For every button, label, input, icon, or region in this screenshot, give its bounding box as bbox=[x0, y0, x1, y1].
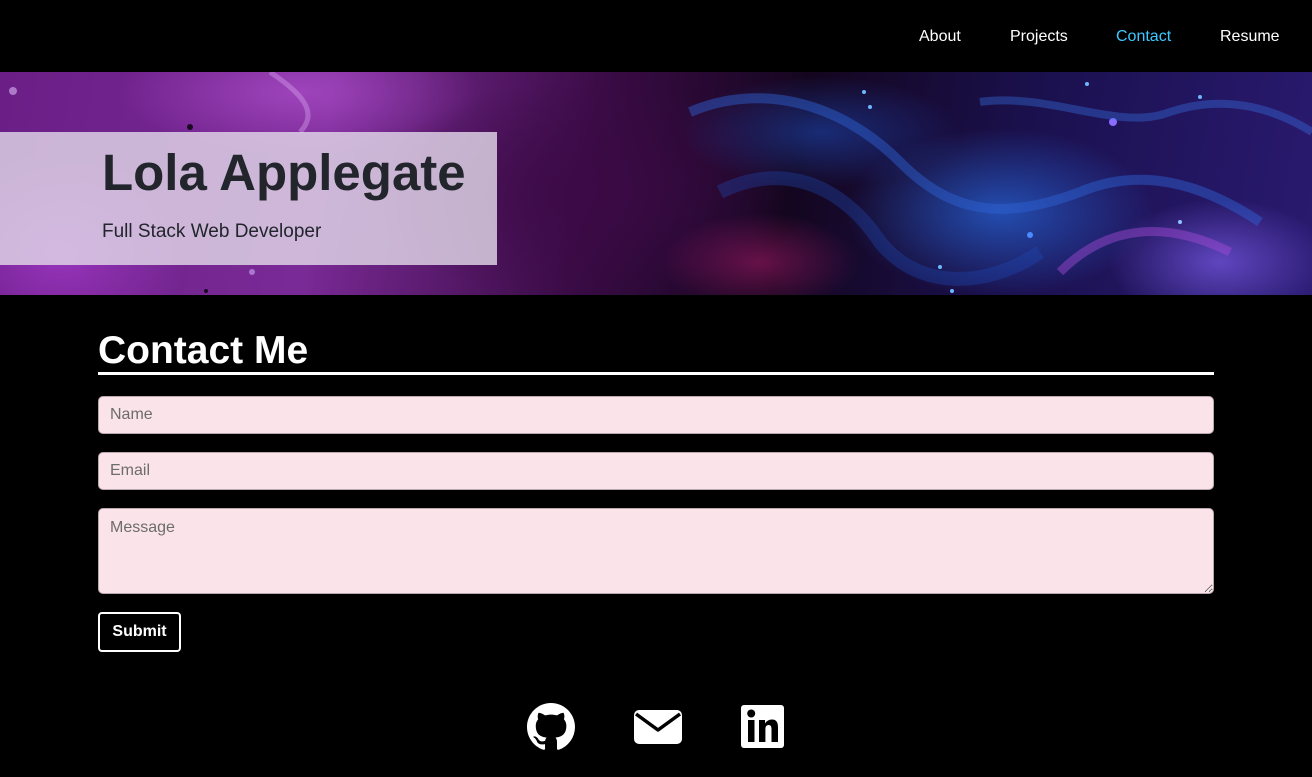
hero-name: Lola Applegate bbox=[102, 144, 466, 201]
email-input[interactable] bbox=[98, 452, 1214, 490]
nav-link-contact[interactable]: Contact bbox=[1116, 27, 1171, 47]
nav-link-resume[interactable]: Resume bbox=[1220, 27, 1280, 47]
section-title: Contact Me bbox=[98, 329, 309, 372]
github-icon[interactable] bbox=[527, 700, 575, 754]
message-textarea[interactable] bbox=[98, 508, 1214, 594]
envelope-icon[interactable] bbox=[633, 700, 683, 754]
top-navigation: About Projects Contact Resume bbox=[0, 0, 1312, 72]
nav-link-projects[interactable]: Projects bbox=[1010, 27, 1068, 47]
hero-banner: Lola Applegate Full Stack Web Developer bbox=[0, 72, 1312, 295]
title-underline bbox=[98, 372, 1214, 375]
hero-role: Full Stack Web Developer bbox=[102, 221, 322, 242]
nav-link-about[interactable]: About bbox=[919, 27, 961, 47]
submit-button[interactable]: Submit bbox=[98, 612, 181, 652]
hero-name-card: Lola Applegate Full Stack Web Developer bbox=[0, 132, 497, 265]
linkedin-icon[interactable] bbox=[741, 700, 785, 754]
name-input[interactable] bbox=[98, 396, 1214, 434]
